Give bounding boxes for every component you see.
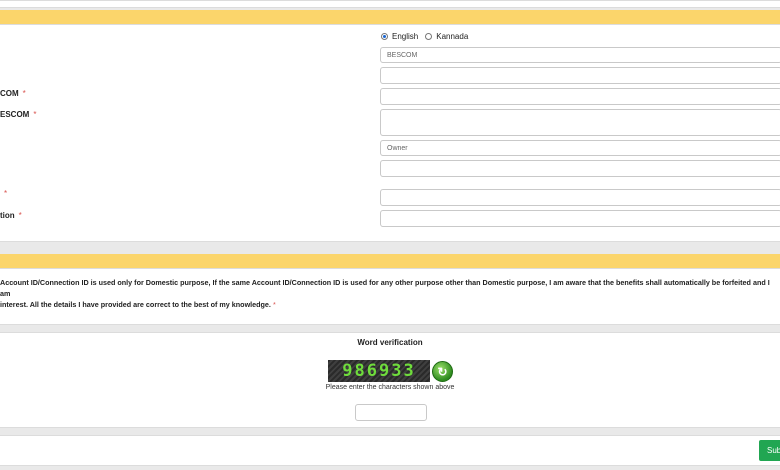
escom-textarea[interactable] xyxy=(380,109,780,136)
kannada-label: Kannada xyxy=(436,32,469,41)
declaration-text: Account ID/Connection ID is used only fo… xyxy=(0,277,780,310)
captcha-image: 986933 xyxy=(328,360,430,382)
company-value: BESCOM xyxy=(387,51,418,59)
text-field-2[interactable] xyxy=(380,160,780,177)
english-radio[interactable] xyxy=(381,33,388,40)
text-field-4[interactable] xyxy=(380,210,780,227)
text-field-1[interactable] xyxy=(380,67,780,84)
escom-label-2: ESCOM * xyxy=(0,110,37,119)
text-field-3[interactable] xyxy=(380,189,780,206)
verification-title: Word verification xyxy=(357,338,423,347)
escom-field-1[interactable] xyxy=(380,88,780,105)
declaration-header-band xyxy=(0,254,780,268)
captcha-hint: Please enter the characters shown above xyxy=(325,384,455,391)
top-strip xyxy=(0,0,780,8)
required-label-b: tion * xyxy=(0,211,22,220)
submit-button[interactable]: Sub xyxy=(759,440,780,461)
company-field[interactable]: BESCOM xyxy=(380,47,780,63)
section-header-band xyxy=(0,10,780,24)
captcha-input[interactable] xyxy=(355,404,427,421)
language-selector: English Kannada xyxy=(381,32,468,41)
kannada-radio[interactable] xyxy=(425,33,433,40)
footer-panel xyxy=(0,435,780,466)
declaration-line-2: interest. All the details I have provide… xyxy=(0,300,276,309)
ownership-field[interactable]: Owner xyxy=(380,140,780,156)
declaration-line-1: Account ID/Connection ID is used only fo… xyxy=(0,278,770,298)
ownership-value: Owner xyxy=(387,144,408,152)
english-label: English xyxy=(392,32,419,41)
refresh-captcha-icon[interactable]: ↻ xyxy=(432,361,453,382)
escom-label-1: COM * xyxy=(0,89,26,98)
required-label-a: * xyxy=(4,189,8,198)
